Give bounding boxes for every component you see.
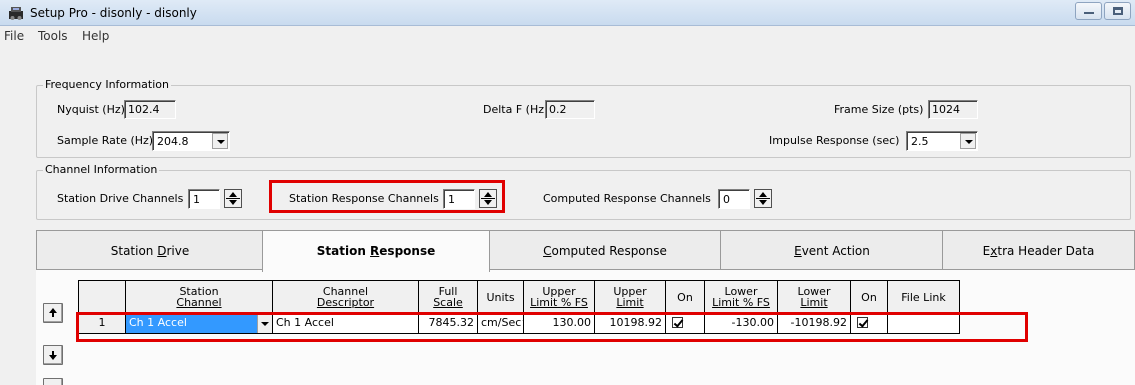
spin-down-icon bbox=[759, 200, 767, 205]
tab-station-response[interactable]: Station Response bbox=[262, 230, 490, 272]
app-icon bbox=[9, 7, 23, 20]
menu-bar: File Tools Help bbox=[0, 26, 1135, 46]
column-header-channel-descriptor[interactable]: Channel Descriptor bbox=[273, 281, 419, 315]
column-header-station-channel[interactable]: Station Channel bbox=[126, 281, 273, 315]
cell-file-link[interactable] bbox=[888, 315, 960, 334]
column-header-row-index[interactable] bbox=[79, 281, 126, 315]
station-response-channels-label: Station Response Channels bbox=[289, 192, 439, 205]
column-header-line: Limit % FS bbox=[712, 296, 770, 309]
column-header-full-scale[interactable]: Full Scale bbox=[419, 281, 478, 315]
column-header-lower-limit-pct[interactable]: Lower Limit % FS bbox=[705, 281, 778, 315]
menu-tools[interactable]: Tools bbox=[38, 29, 68, 43]
move-row-up-button[interactable] bbox=[43, 303, 63, 323]
computed-response-channels-spinner[interactable] bbox=[754, 189, 772, 208]
delete-row-button[interactable] bbox=[43, 378, 63, 385]
nyquist-field[interactable]: 102.4 bbox=[124, 100, 176, 119]
cell-upper-limit[interactable]: 10198.92 bbox=[595, 315, 666, 334]
impulse-response-select[interactable]: 2.5 bbox=[906, 131, 978, 151]
setup-pro-window: Setup Pro - disonly - disonly File Tools… bbox=[0, 0, 1135, 385]
station-drive-channels-input[interactable]: 1 bbox=[188, 189, 220, 209]
menu-file[interactable]: File bbox=[4, 29, 24, 43]
computed-response-channels-value: 0 bbox=[723, 193, 730, 206]
menu-help[interactable]: Help bbox=[82, 29, 109, 43]
column-header-upper-limit[interactable]: Upper Limit bbox=[595, 281, 666, 315]
cell-upper-on[interactable] bbox=[666, 315, 705, 334]
column-header-file-link[interactable]: File Link bbox=[888, 281, 960, 315]
sample-rate-value: 204.8 bbox=[157, 135, 189, 148]
cell-lower-on[interactable] bbox=[851, 315, 888, 334]
station-channel-value: Ch 1 Accel bbox=[129, 316, 187, 329]
impulse-response-label: Impulse Response (sec) bbox=[769, 134, 900, 147]
cell-station-channel[interactable]: Ch 1 Accel bbox=[126, 315, 273, 334]
column-header-line: On bbox=[861, 291, 877, 304]
column-header-line: Descriptor bbox=[316, 296, 375, 309]
checkbox-checked-icon[interactable] bbox=[672, 317, 683, 328]
tab-extra-header-data[interactable]: Extra Header Data bbox=[942, 230, 1135, 270]
maximize-button[interactable] bbox=[1104, 2, 1131, 20]
chevron-down-icon[interactable] bbox=[257, 315, 272, 333]
frequency-group-label: Frequency Information bbox=[43, 78, 171, 91]
column-header-line: File Link bbox=[901, 291, 946, 304]
cell-lower-limit-pct[interactable]: -130.00 bbox=[705, 315, 778, 334]
channel-group-label: Channel Information bbox=[43, 163, 160, 176]
station-response-channels-value: 1 bbox=[448, 193, 455, 206]
column-header-line: Limit bbox=[800, 296, 828, 309]
column-header-upper-on[interactable]: On bbox=[666, 281, 705, 315]
chevron-down-icon[interactable] bbox=[960, 133, 976, 149]
tab-event-action[interactable]: Event Action bbox=[720, 230, 944, 270]
frame-size-field[interactable]: 1024 bbox=[928, 100, 978, 119]
column-header-units[interactable]: Units bbox=[478, 281, 524, 315]
column-header-line: Units bbox=[486, 291, 515, 304]
spin-up-icon bbox=[484, 192, 492, 197]
minimize-icon bbox=[1084, 12, 1094, 14]
cell-upper-limit-pct[interactable]: 130.00 bbox=[524, 315, 595, 334]
column-header-line: Limit bbox=[616, 296, 644, 309]
computed-response-channels-input[interactable]: 0 bbox=[718, 189, 750, 209]
station-response-channels-spinner[interactable] bbox=[479, 189, 497, 208]
delta-f-label: Delta F (Hz) bbox=[483, 103, 549, 116]
column-header-upper-limit-pct[interactable]: Upper Limit % FS bbox=[524, 281, 595, 315]
window-title: Setup Pro - disonly - disonly bbox=[30, 6, 197, 20]
column-header-line: Channel bbox=[176, 296, 222, 309]
column-header-line: On bbox=[677, 291, 693, 304]
cell-units[interactable]: cm/Sec^2 bbox=[478, 315, 524, 334]
column-header-lower-limit[interactable]: Lower Limit bbox=[778, 281, 851, 315]
tab-station-drive[interactable]: Station Drive bbox=[36, 230, 264, 270]
computed-response-channels-label: Computed Response Channels bbox=[543, 192, 711, 205]
station-drive-channels-value: 1 bbox=[193, 193, 200, 206]
minimize-button[interactable] bbox=[1075, 2, 1102, 20]
nyquist-label: Nyquist (Hz) bbox=[57, 103, 125, 116]
spin-down-icon bbox=[484, 200, 492, 205]
title-bar: Setup Pro - disonly - disonly bbox=[0, 0, 1135, 26]
tab-computed-response[interactable]: Computed Response bbox=[488, 230, 722, 270]
spin-up-icon bbox=[759, 192, 767, 197]
sample-rate-label: Sample Rate (Hz) bbox=[57, 134, 154, 147]
column-header-line: Limit % FS bbox=[530, 296, 588, 309]
chevron-down-icon[interactable] bbox=[212, 133, 228, 149]
column-header-lower-on[interactable]: On bbox=[851, 281, 888, 315]
station-drive-channels-label: Station Drive Channels bbox=[57, 192, 184, 205]
station-drive-channels-spinner[interactable] bbox=[224, 189, 242, 208]
cell-channel-descriptor[interactable]: Ch 1 Accel bbox=[273, 315, 419, 334]
cell-row-index: 1 bbox=[79, 315, 126, 334]
sample-rate-select[interactable]: 204.8 bbox=[152, 131, 230, 151]
tab-strip: Station Drive Station Response Computed … bbox=[36, 230, 1135, 272]
arrow-down-icon bbox=[49, 355, 57, 360]
cell-lower-limit[interactable]: -10198.92 bbox=[778, 315, 851, 334]
station-response-channels-input[interactable]: 1 bbox=[443, 189, 475, 209]
impulse-response-value: 2.5 bbox=[911, 135, 929, 148]
spin-up-icon bbox=[229, 192, 237, 197]
delta-f-field[interactable]: 0.2 bbox=[545, 100, 595, 119]
checkbox-checked-icon[interactable] bbox=[857, 317, 868, 328]
frame-size-label: Frame Size (pts) bbox=[834, 103, 924, 116]
move-row-down-button[interactable] bbox=[43, 345, 63, 365]
maximize-icon bbox=[1113, 7, 1123, 15]
cell-full-scale[interactable]: 7845.32 bbox=[419, 315, 478, 334]
column-header-line: Scale bbox=[433, 296, 463, 309]
spin-down-icon bbox=[229, 200, 237, 205]
